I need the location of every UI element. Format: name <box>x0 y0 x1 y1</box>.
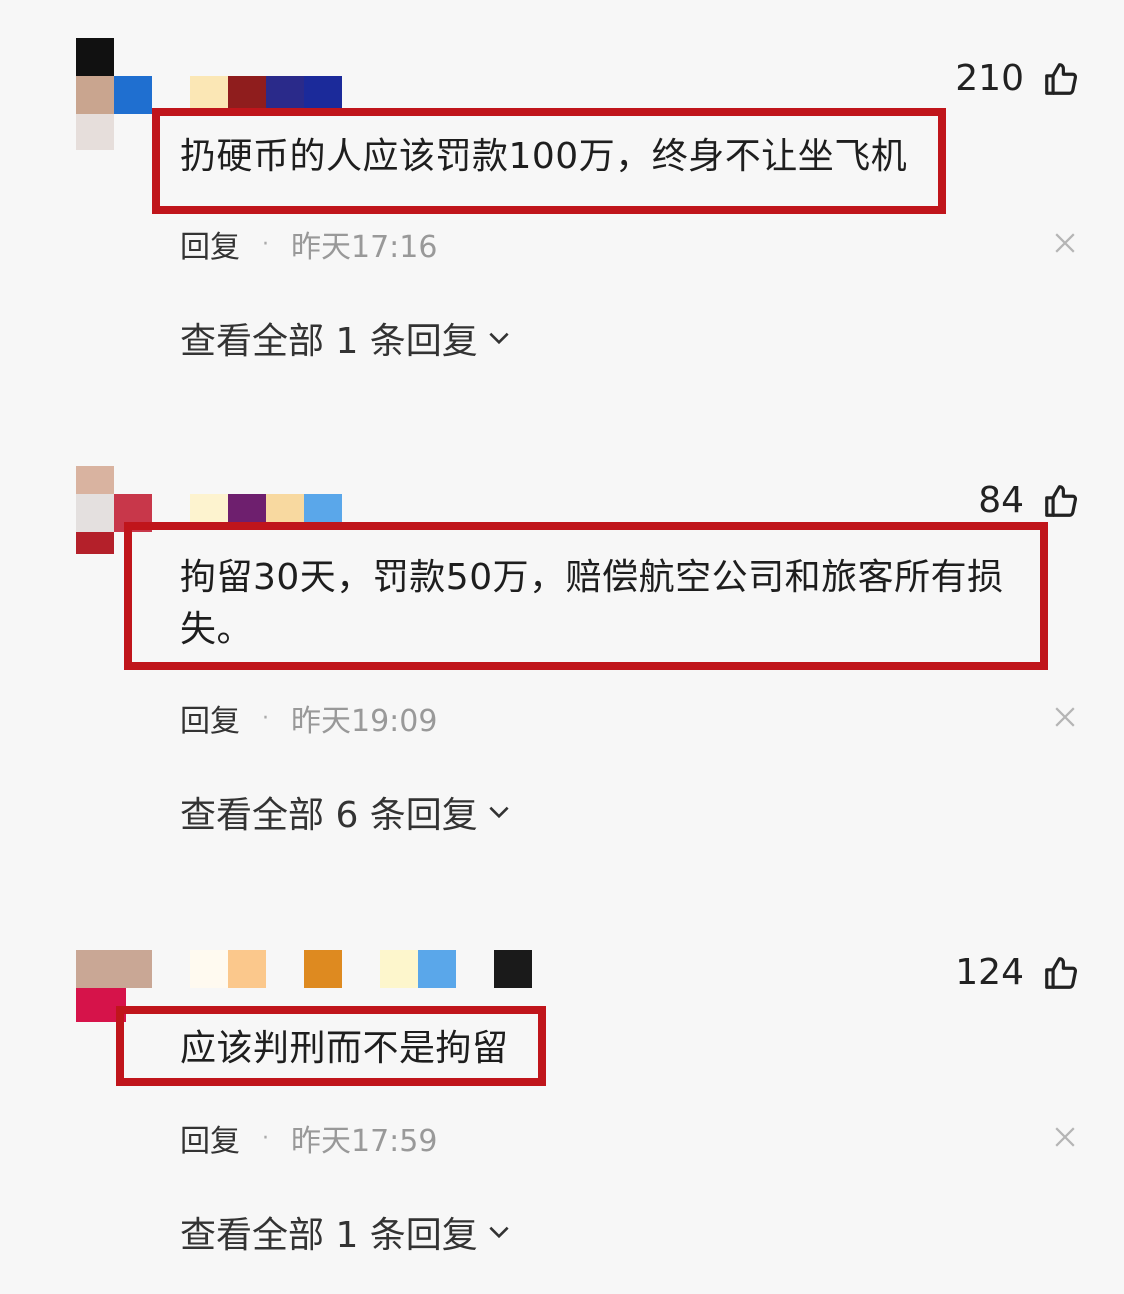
close-icon[interactable] <box>1054 232 1076 254</box>
comment-meta: 回复 · 昨天17:16 <box>180 222 437 266</box>
thumbs-up-icon[interactable] <box>1042 482 1080 520</box>
avatar[interactable] <box>76 38 152 150</box>
timestamp: 昨天19:09 <box>291 704 438 739</box>
expand-replies-label: 查看全部 1 条回复 <box>180 1215 478 1256</box>
reply-button[interactable]: 回复 <box>180 696 240 740</box>
comment-text: 拘留30天，罚款50万，赔偿航空公司和旅客所有损失。 <box>180 557 1004 650</box>
expand-replies-label: 查看全部 1 条回复 <box>180 321 478 362</box>
comment-3: 124 应该判刑而不是拘留 回复 · 昨天17:59 查看全部 1 条回复 <box>0 880 1124 1294</box>
chevron-down-icon <box>489 332 509 345</box>
comment-1: 210 扔硬币的人应该罚款100万，终身不让坐飞机 回复 · 昨天17:16 查… <box>0 0 1124 410</box>
chevron-down-icon <box>489 806 509 819</box>
separator-dot: · <box>262 1125 269 1151</box>
separator-dot: · <box>262 231 269 257</box>
like-group[interactable]: 84 <box>978 480 1080 521</box>
like-group[interactable]: 124 <box>955 952 1080 993</box>
like-count: 124 <box>955 952 1024 993</box>
close-icon[interactable] <box>1054 1126 1076 1148</box>
expand-replies-button[interactable]: 查看全部 1 条回复 <box>180 1206 512 1258</box>
thumbs-up-icon[interactable] <box>1042 60 1080 98</box>
like-group[interactable]: 210 <box>955 58 1080 99</box>
comment-text: 扔硬币的人应该罚款100万，终身不让坐飞机 <box>180 136 908 177</box>
comment-2: 84 拘留30天，罚款50万，赔偿航空公司和旅客所有损失。 回复 · 昨天19:… <box>0 410 1124 880</box>
comment-meta: 回复 · 昨天19:09 <box>180 696 437 740</box>
thumbs-up-icon[interactable] <box>1042 954 1080 992</box>
reply-button[interactable]: 回复 <box>180 1116 240 1160</box>
expand-replies-label: 查看全部 6 条回复 <box>180 795 478 836</box>
username-redacted[interactable] <box>190 76 342 108</box>
separator-dot: · <box>262 705 269 731</box>
comment-meta: 回复 · 昨天17:59 <box>180 1116 437 1160</box>
expand-replies-button[interactable]: 查看全部 1 条回复 <box>180 312 512 364</box>
like-count: 84 <box>978 480 1024 521</box>
reply-button[interactable]: 回复 <box>180 222 240 266</box>
like-count: 210 <box>955 58 1024 99</box>
expand-replies-button[interactable]: 查看全部 6 条回复 <box>180 786 512 838</box>
username-redacted[interactable] <box>190 950 532 988</box>
timestamp: 昨天17:59 <box>291 1124 438 1159</box>
close-icon[interactable] <box>1054 706 1076 728</box>
chevron-down-icon <box>489 1226 509 1239</box>
timestamp: 昨天17:16 <box>291 230 438 265</box>
comment-text: 应该判刑而不是拘留 <box>180 1028 509 1069</box>
